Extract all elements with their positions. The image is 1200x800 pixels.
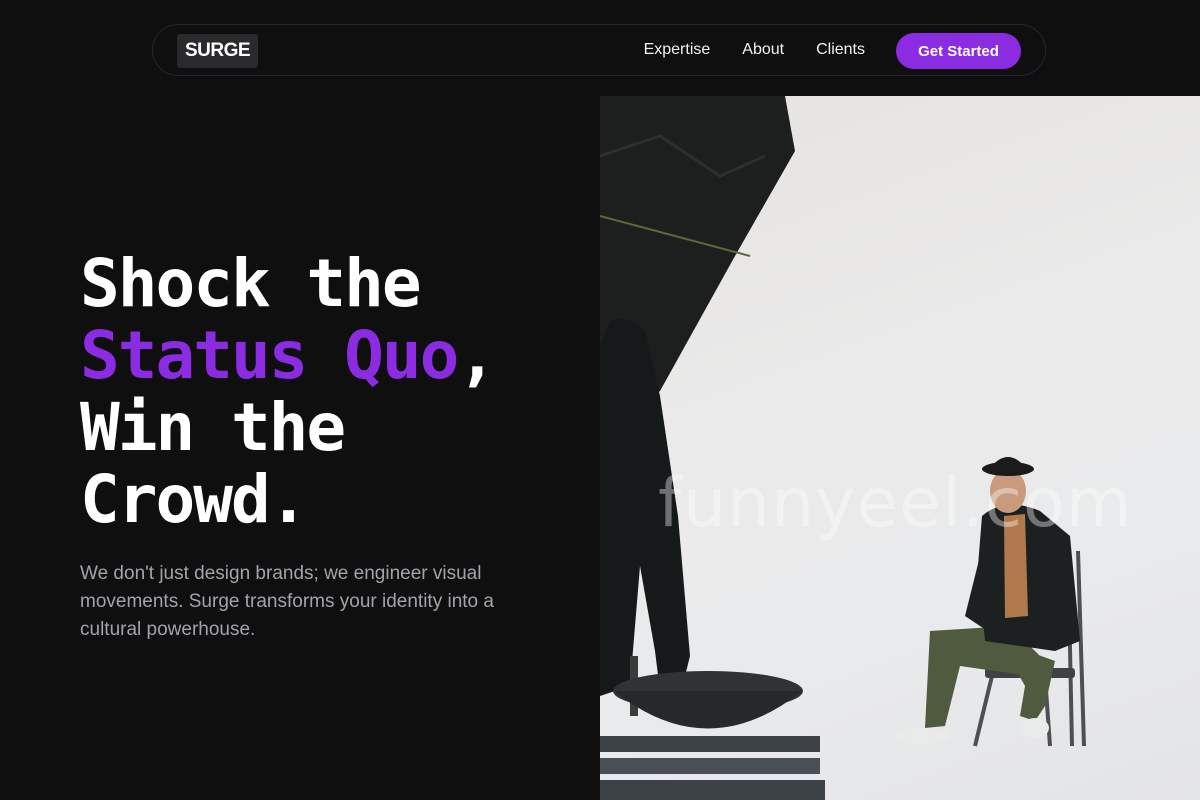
nav-link-expertise[interactable]: Expertise [644,41,711,59]
hero-photo: funnyeel.com [600,96,1200,800]
get-started-button[interactable]: Get Started [896,33,1021,69]
nav-link-clients[interactable]: Clients [816,41,865,59]
image-watermark: funnyeel.com [658,464,1133,543]
headline-line-1: Shock the [80,245,422,322]
headline-line-4: Crowd. [80,461,308,538]
hero-subtext: We don't just design brands; we engineer… [80,563,494,640]
headline-line-3: Win the [80,389,346,466]
surge-logo[interactable]: SURGE [177,34,259,68]
photo-illustration [600,96,1086,800]
hero-headline: Shock the Status Quo, Win the Crowd. [80,245,497,538]
top-navigation: SURGE Expertise About Clients Get Starte… [152,24,1046,76]
headline-comma: , [457,317,497,394]
headline-accent: Status Quo [80,317,459,394]
nav-link-about[interactable]: About [742,41,784,59]
nav-links: Expertise About Clients [644,25,865,75]
